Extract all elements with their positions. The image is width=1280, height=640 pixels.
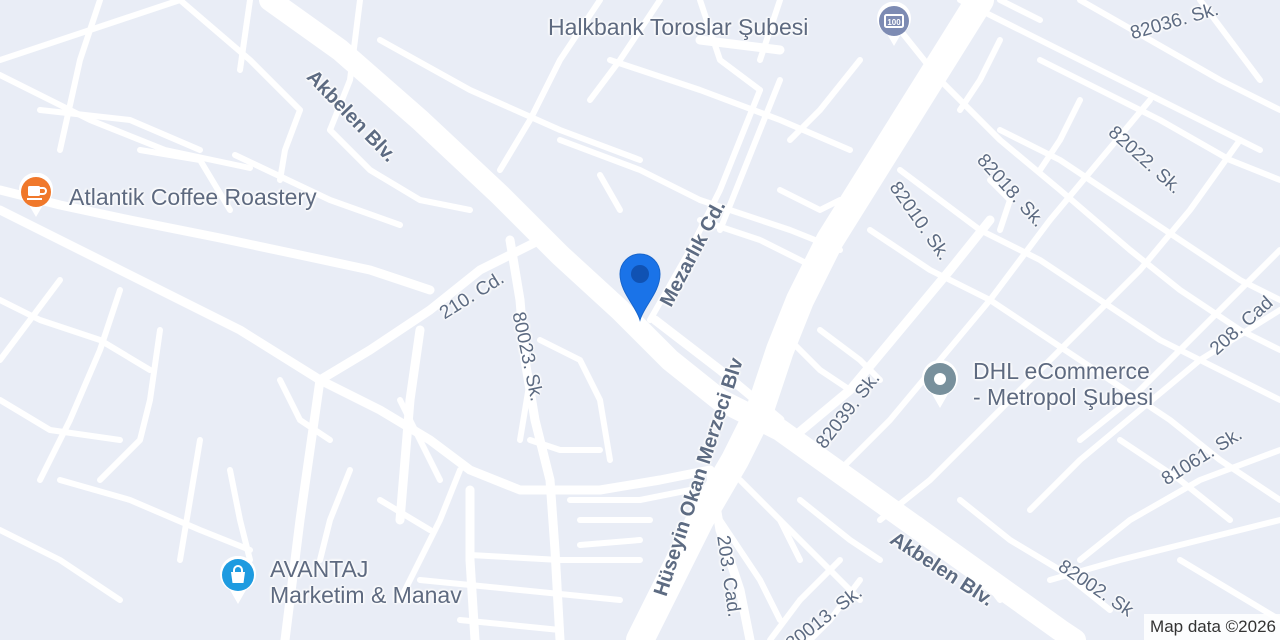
shopping-bag-icon bbox=[220, 555, 256, 604]
selected-location-pin[interactable] bbox=[614, 246, 666, 322]
location-pin-icon bbox=[619, 253, 661, 322]
svg-text:100: 100 bbox=[887, 18, 901, 27]
dhl-poi-label-line1: DHL eCommerce bbox=[973, 358, 1150, 384]
dhl-poi-label-line2: - Metropol Şubesi bbox=[973, 384, 1154, 410]
atlantik-coffee-poi-marker[interactable] bbox=[18, 172, 54, 217]
dhl-poi-marker[interactable] bbox=[922, 359, 958, 408]
halkbank-poi-label[interactable]: Halkbank Toroslar Şubesi bbox=[548, 14, 808, 40]
location-dot-icon bbox=[922, 359, 958, 408]
avantaj-poi-label-line1: AVANTAJ bbox=[270, 556, 369, 582]
coffee-cup-icon bbox=[19, 172, 54, 217]
halkbank-poi-marker[interactable]: 100 bbox=[876, 1, 912, 46]
dhl-poi-label[interactable]: DHL eCommerce - Metropol Şubesi bbox=[973, 358, 1153, 410]
bank-icon: 100 bbox=[877, 1, 911, 46]
avantaj-market-poi-label[interactable]: AVANTAJ Marketim & Manav bbox=[270, 556, 462, 608]
atlantik-coffee-poi-label[interactable]: Atlantik Coffee Roastery bbox=[69, 184, 317, 210]
avantaj-poi-label-line2: Marketim & Manav bbox=[270, 582, 462, 608]
avantaj-market-poi-marker[interactable] bbox=[220, 555, 256, 604]
map-attribution[interactable]: Map data ©2026 bbox=[1144, 614, 1280, 640]
map-canvas[interactable]: Akbelen Blv. Akbelen Blv. Hüseyin Okan M… bbox=[0, 0, 1280, 640]
